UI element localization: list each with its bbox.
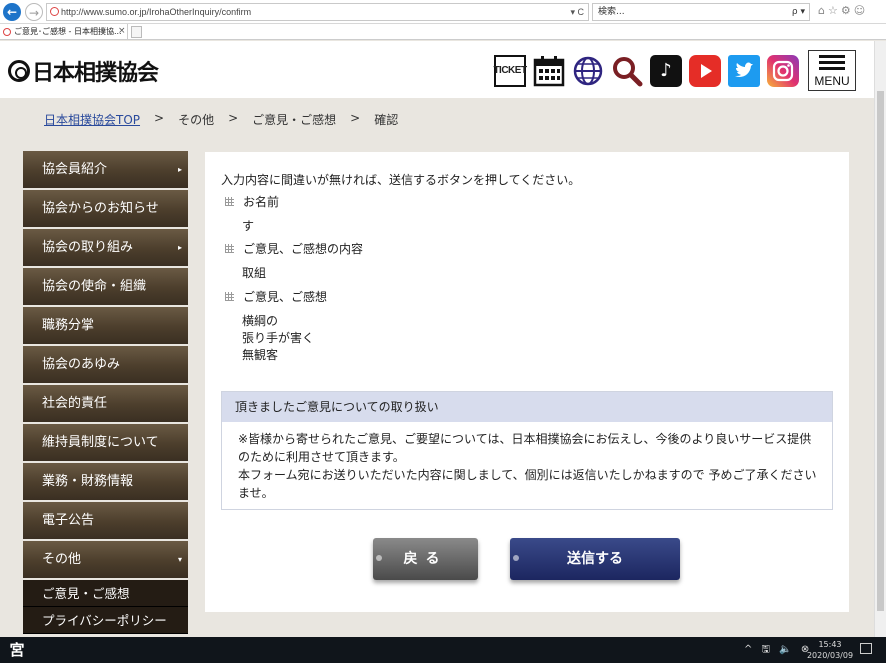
menu-button[interactable]: MENU: [808, 50, 856, 91]
field-label-comment: ご意見、ご感想: [225, 288, 327, 305]
back-arrow-icon[interactable]: ←: [3, 3, 21, 21]
breadcrumb-home-link[interactable]: 日本相撲協会TOP: [44, 111, 140, 128]
breadcrumb-current: 確認: [374, 113, 399, 127]
new-tab-button[interactable]: [131, 26, 142, 38]
hamburger-icon: [819, 55, 845, 58]
sidebar-item-duties[interactable]: 職務分掌: [23, 307, 188, 344]
sidebar-item-members[interactable]: 協会員紹介 ▸: [23, 151, 188, 188]
site-favicon-icon: [50, 7, 59, 16]
back-button[interactable]: 戻る: [373, 538, 478, 580]
browser-toolbar-icons[interactable]: ⌂☆⚙☺: [818, 4, 868, 17]
calendar-icon[interactable]: [533, 55, 565, 87]
caret-down-icon: ▾: [177, 555, 182, 564]
bullet-icon: [513, 555, 519, 561]
breadcrumb-separator: >: [154, 111, 165, 125]
breadcrumb-other: その他: [178, 113, 215, 127]
logo[interactable]: 日本相撲協会: [8, 55, 159, 87]
confirm-instruction: 入力内容に間違いが無ければ、送信するボタンを押してください。: [221, 173, 581, 187]
tiktok-icon[interactable]: ♪: [650, 54, 682, 87]
notification-icon[interactable]: [860, 643, 872, 654]
breadcrumb-feedback: ご意見・ご感想: [252, 113, 337, 127]
grid-bullet-icon: [225, 292, 234, 301]
header-icon-row: TICKET ♪ MENU: [487, 50, 856, 91]
taskbar-clock[interactable]: 15:43 2020/03/09: [806, 639, 854, 661]
browser-search-field[interactable]: 検索... ρ ▾: [592, 3, 810, 21]
forward-arrow-icon[interactable]: →: [25, 3, 43, 21]
sidebar-item-news[interactable]: 協会からのお知らせ: [23, 190, 188, 227]
globe-icon[interactable]: [572, 55, 604, 87]
site-header: 日本相撲協会 TICKET ♪ MENU: [0, 41, 874, 98]
sidebar: 協会員紹介 ▸ 協会からのお知らせ 協会の取り組み ▸ 協会の使命・組織 職務分掌 …: [23, 151, 188, 634]
browser-tab[interactable]: ご意見･ご感想 - 日本相撲協...: [0, 24, 128, 40]
search-placeholder: 検索...: [598, 7, 625, 17]
sidebar-subitem-feedback[interactable]: ご意見・ご感想: [23, 580, 188, 607]
sidebar-item-initiatives[interactable]: 協会の取り組み ▸: [23, 229, 188, 266]
tab-title: ご意見･ご感想 - 日本相撲協...: [14, 27, 122, 36]
tab-close-icon[interactable]: ×: [118, 24, 126, 39]
sidebar-item-public-notice[interactable]: 電子公告: [23, 502, 188, 539]
clock-date: 2020/03/09: [806, 651, 854, 660]
field-label-name: お名前: [225, 193, 279, 210]
sidebar-subitem-privacy[interactable]: プライバシーポリシー: [23, 607, 188, 634]
submit-button[interactable]: 送信する: [510, 538, 680, 580]
twitter-icon[interactable]: [728, 54, 760, 87]
caret-right-icon: ▸: [177, 243, 182, 252]
breadcrumb-separator: >: [350, 111, 361, 125]
notice-body: ※皆様から寄せられたご意見、ご要望については、日本相撲協会にお伝えし、今後のより…: [238, 432, 817, 500]
search-icon[interactable]: [611, 55, 643, 87]
bullet-icon: [376, 555, 382, 561]
taskbar: 宮 ^ 🖫 🔈 ⊗ 15:43 2020/03/09: [0, 637, 886, 663]
logo-text: 日本相撲協会: [32, 60, 159, 86]
sidebar-item-responsibility[interactable]: 社会的責任: [23, 385, 188, 422]
taskbar-app-icon[interactable]: 宮: [6, 640, 28, 660]
breadcrumb-separator: >: [228, 111, 239, 125]
grid-bullet-icon: [225, 197, 234, 206]
browser-address-bar: ← → http://www.sumo.or.jp/IrohaOtherInqu…: [0, 0, 886, 24]
browser-tab-bar: ご意見･ご感想 - 日本相撲協... ×: [0, 24, 886, 40]
notice-title: 頂きましたご意見についての取り扱い: [222, 392, 832, 422]
breadcrumb: 日本相撲協会TOP > その他 > ご意見・ご感想 > 確認: [44, 111, 398, 128]
url-text: http://www.sumo.or.jp/IrohaOtherInquiry/…: [61, 7, 252, 17]
sidebar-item-supporters[interactable]: 維持員制度について: [23, 424, 188, 461]
confirm-panel: 入力内容に間違いが無ければ、送信するボタンを押してください。 お名前 す ご意見…: [205, 152, 849, 612]
caret-right-icon: ▸: [177, 165, 182, 174]
refresh-icon[interactable]: ▾ C: [570, 4, 584, 20]
sidebar-item-mission[interactable]: 協会の使命・組織: [23, 268, 188, 305]
search-icon[interactable]: ρ ▾: [792, 4, 805, 20]
ticket-icon[interactable]: TICKET: [493, 54, 527, 87]
field-value-comment: 横綱の 張り手が害く 無観客: [242, 314, 315, 362]
instagram-icon[interactable]: [767, 54, 799, 87]
field-value-category: 取組: [242, 266, 267, 280]
field-value-name: す: [242, 219, 255, 233]
url-field[interactable]: http://www.sumo.or.jp/IrohaOtherInquiry/…: [46, 3, 589, 21]
youtube-icon[interactable]: [689, 54, 721, 87]
sidebar-item-other[interactable]: その他 ▾: [23, 541, 188, 578]
system-tray-icons[interactable]: ^ 🖫 🔈 ⊗: [744, 642, 812, 659]
field-label-category: ご意見、ご感想の内容: [225, 240, 363, 257]
sidebar-item-history[interactable]: 協会のあゆみ: [23, 346, 188, 383]
scrollbar-thumb[interactable]: [877, 91, 884, 611]
logo-emblem-icon: [8, 60, 30, 82]
clock-time: 15:43: [818, 640, 842, 649]
page-scrollbar[interactable]: [874, 41, 886, 637]
tab-favicon-icon: [3, 28, 11, 36]
sidebar-item-finance[interactable]: 業務・財務情報: [23, 463, 188, 500]
menu-label: MENU: [814, 73, 850, 88]
grid-bullet-icon: [225, 244, 234, 253]
handling-notice: 頂きましたご意見についての取り扱い ※皆様から寄せられたご意見、ご要望については…: [221, 391, 833, 510]
